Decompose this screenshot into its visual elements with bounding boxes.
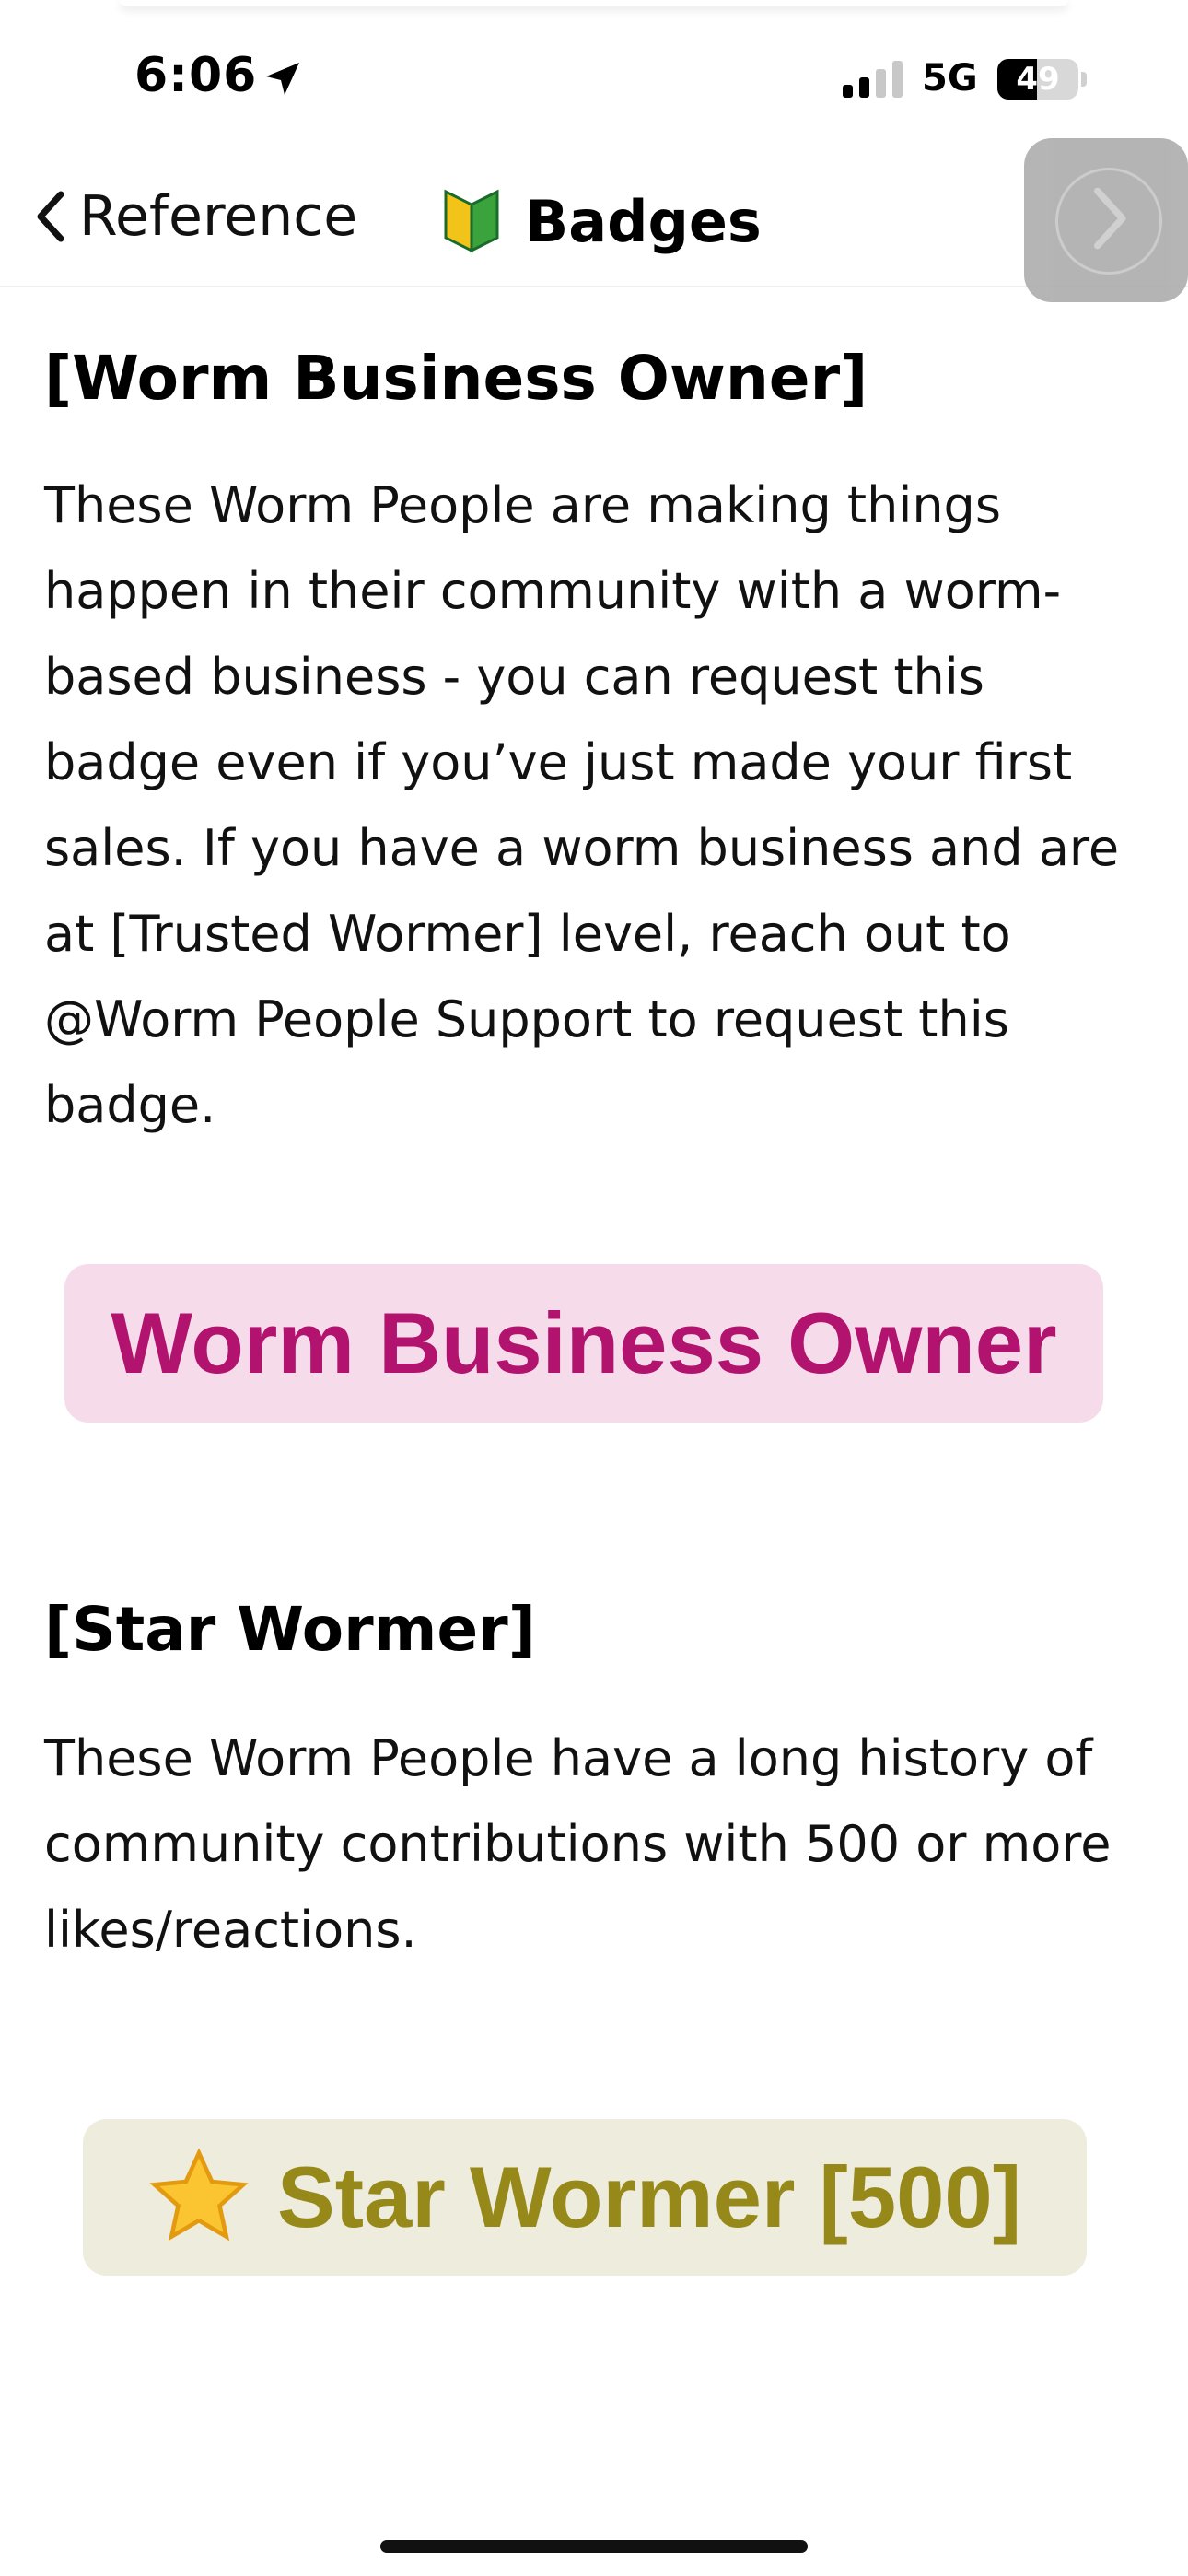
page-title: Badges: [442, 184, 762, 258]
section-description-star-wormer: These Worm People have a long history of…: [44, 1715, 1149, 1973]
location-arrow-icon: [266, 63, 299, 95]
description-line: happen in their community with a worm-: [44, 562, 1062, 620]
description-line: community contributions with 500 or more: [44, 1815, 1112, 1873]
description-line: badge even if you’ve just made your firs…: [44, 733, 1073, 791]
description-line: badge.: [44, 1076, 216, 1134]
navigation-bar: Reference Badges: [0, 138, 1188, 302]
back-button-label: Reference: [79, 184, 358, 249]
description-line: based business - you can request this: [44, 648, 984, 706]
network-type: 5G: [922, 57, 978, 100]
badge-label: Star Wormer [500]: [277, 2149, 1021, 2245]
description-line: These Worm People have a long history of: [44, 1729, 1093, 1787]
badge-image-star-wormer: Star Wormer [500]: [83, 2119, 1087, 2276]
home-indicator[interactable]: [380, 2540, 808, 2553]
badge-image-worm-business-owner: Worm Business Owner: [64, 1264, 1103, 1423]
section-description-worm-business-owner: These Worm People are making things happ…: [44, 463, 1149, 1148]
back-button[interactable]: Reference: [31, 184, 357, 249]
star-icon: [149, 2148, 249, 2242]
beginner-leaf-icon: [444, 189, 499, 253]
status-bar: 6:06 5G 49: [0, 0, 1188, 138]
description-line: These Worm People are making things: [44, 476, 1001, 534]
battery-percent: 49: [1016, 61, 1060, 98]
description-line: @Worm People Support to request this: [44, 990, 1009, 1048]
next-page-button[interactable]: [1024, 138, 1188, 302]
description-line: sales. If you have a worm business and a…: [44, 819, 1120, 877]
battery-icon: 49: [997, 59, 1078, 100]
description-line: likes/reactions.: [44, 1901, 417, 1959]
section-heading-worm-business-owner: [Worm Business Owner]: [44, 343, 868, 414]
page-title-text: Badges: [525, 187, 762, 255]
battery-cap: [1081, 72, 1087, 87]
description-line: at [Trusted Wormer] level, reach out to: [44, 905, 1011, 963]
section-heading-star-wormer: [Star Wormer]: [44, 1594, 536, 1665]
chevron-left-icon: [37, 191, 64, 242]
chevron-right-icon: [1093, 187, 1126, 250]
badge-label: Worm Business Owner: [111, 1294, 1057, 1391]
cellular-signal-icon: [843, 61, 903, 98]
status-time: 6:06: [134, 48, 258, 103]
